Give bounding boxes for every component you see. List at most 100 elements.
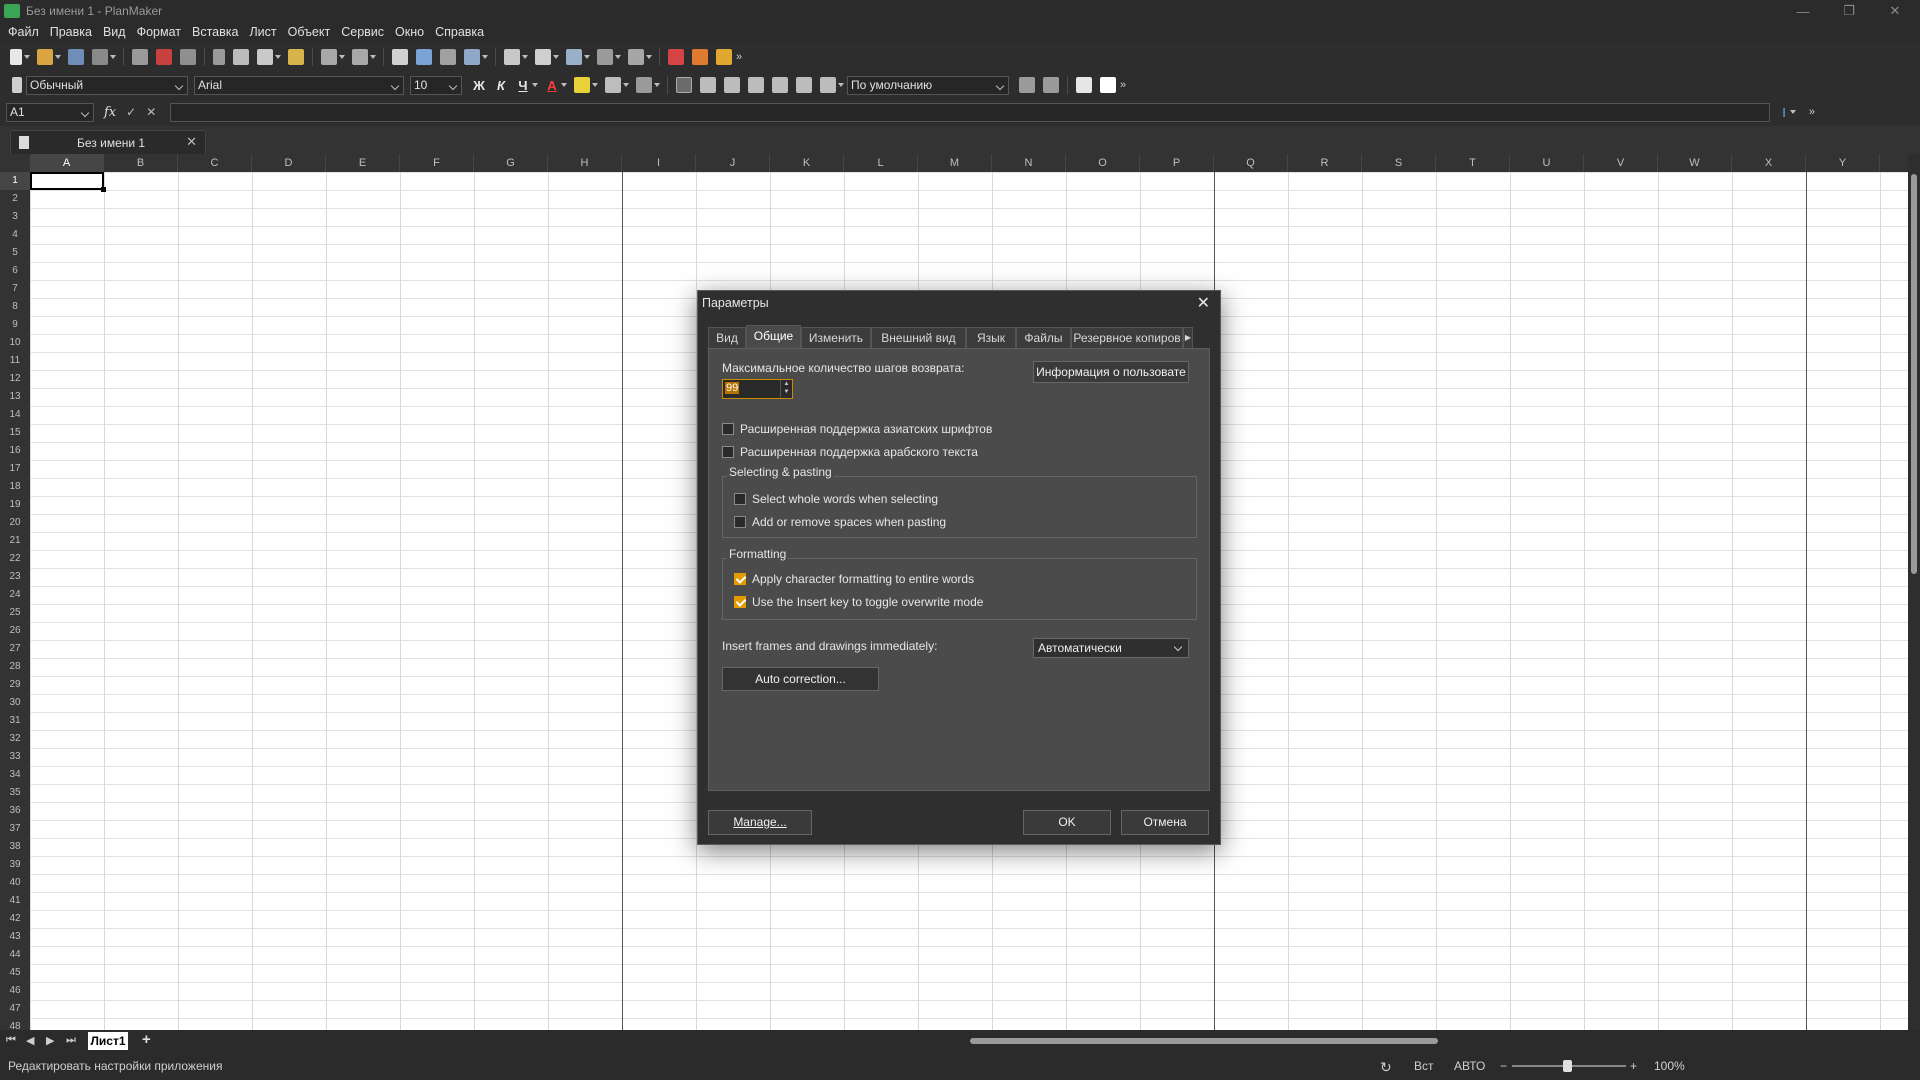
row-header[interactable]: 17 xyxy=(0,460,30,478)
zoom-level[interactable]: 100% xyxy=(1654,1059,1685,1073)
menu-help[interactable]: Справка xyxy=(431,25,491,39)
add-remove-spaces-checkbox[interactable] xyxy=(734,516,746,528)
column-header[interactable]: B xyxy=(104,154,178,172)
column-header[interactable]: I xyxy=(622,154,696,172)
row-header[interactable]: 1 xyxy=(0,172,30,190)
row-header[interactable]: 15 xyxy=(0,424,30,442)
column-header[interactable]: U xyxy=(1510,154,1584,172)
sheet-tab[interactable]: Лист1 xyxy=(88,1032,128,1050)
row-header[interactable]: 8 xyxy=(0,298,30,316)
close-tab-icon[interactable]: ✕ xyxy=(186,134,197,150)
row-header[interactable]: 48 xyxy=(0,1018,30,1030)
tab-general[interactable]: Общие xyxy=(746,325,801,349)
add-sheet-icon[interactable]: + xyxy=(142,1031,151,1048)
next-sheet-icon[interactable]: ▶ xyxy=(46,1034,54,1047)
column-header[interactable]: W xyxy=(1658,154,1732,172)
menu-edit[interactable]: Правка xyxy=(46,25,99,39)
auto-correction-button[interactable]: Auto correction... xyxy=(722,667,879,691)
vertical-align-icon[interactable] xyxy=(820,77,836,93)
align-center-icon[interactable] xyxy=(724,77,740,93)
insert-table-icon[interactable] xyxy=(464,49,480,65)
tab-scroll-right-icon[interactable]: ▶ xyxy=(1183,327,1193,349)
insert-chart-icon[interactable] xyxy=(535,49,551,65)
zoom-in-icon[interactable]: + xyxy=(1630,1059,1637,1073)
fill-color-icon[interactable] xyxy=(574,77,590,93)
view-mode-icon[interactable] xyxy=(416,49,432,65)
tab-edit[interactable]: Изменить xyxy=(801,327,871,349)
menu-file[interactable]: Файл xyxy=(4,25,46,39)
calc-mode-indicator[interactable]: АВТО xyxy=(1454,1059,1485,1073)
select-pointer-icon[interactable] xyxy=(12,77,22,93)
maximize-icon[interactable]: ❐ xyxy=(1826,0,1872,22)
italic-button[interactable]: К xyxy=(490,78,512,93)
row-header[interactable]: 18 xyxy=(0,478,30,496)
save-icon[interactable] xyxy=(68,49,84,65)
text-wrap-icon[interactable] xyxy=(676,77,692,93)
row-header[interactable]: 27 xyxy=(0,640,30,658)
row-header[interactable]: 45 xyxy=(0,964,30,982)
column-header[interactable]: P xyxy=(1140,154,1214,172)
document-tab[interactable]: Без имени 1 ✕ xyxy=(10,130,206,154)
tab-backup[interactable]: Резервное копиров xyxy=(1071,327,1183,349)
zoom-out-icon[interactable]: − xyxy=(1500,1059,1507,1073)
row-header[interactable]: 11 xyxy=(0,352,30,370)
font-size-select[interactable]: 10 xyxy=(410,75,462,95)
row-header[interactable]: 39 xyxy=(0,856,30,874)
row-header[interactable]: 21 xyxy=(0,532,30,550)
row-header[interactable]: 32 xyxy=(0,730,30,748)
row-header[interactable]: 5 xyxy=(0,244,30,262)
row-header[interactable]: 29 xyxy=(0,676,30,694)
menu-window[interactable]: Окно xyxy=(391,25,431,39)
row-header[interactable]: 36 xyxy=(0,802,30,820)
align-left-icon[interactable] xyxy=(700,77,716,93)
font-select[interactable]: Arial xyxy=(194,75,404,95)
character-format-icon[interactable] xyxy=(1076,77,1092,93)
cut-icon[interactable] xyxy=(213,49,225,65)
row-header[interactable]: 30 xyxy=(0,694,30,712)
column-header[interactable]: F xyxy=(400,154,474,172)
row-header[interactable]: 31 xyxy=(0,712,30,730)
insert-key-checkbox[interactable] xyxy=(734,596,746,608)
underline-button[interactable]: Ч xyxy=(512,78,534,93)
form-objects-icon[interactable] xyxy=(566,49,582,65)
column-header[interactable]: V xyxy=(1584,154,1658,172)
undo-icon[interactable] xyxy=(321,49,337,65)
column-header[interactable]: X xyxy=(1732,154,1806,172)
tab-appearance[interactable]: Внешний вид xyxy=(871,327,966,349)
user-info-button[interactable]: Информация о пользовате xyxy=(1033,361,1189,383)
column-header[interactable]: Q xyxy=(1214,154,1288,172)
row-header[interactable]: 28 xyxy=(0,658,30,676)
row-header[interactable]: 38 xyxy=(0,838,30,856)
print-icon[interactable] xyxy=(132,49,148,65)
row-header[interactable]: 44 xyxy=(0,946,30,964)
presentations-icon[interactable] xyxy=(692,49,708,65)
menu-sheet[interactable]: Лист xyxy=(245,25,283,39)
row-header[interactable]: 14 xyxy=(0,406,30,424)
sum-icon[interactable] xyxy=(504,49,520,65)
column-header[interactable]: N xyxy=(992,154,1066,172)
vertical-scroll-thumb[interactable] xyxy=(1911,174,1917,574)
manage-button[interactable]: Manage... xyxy=(708,810,812,835)
row-header[interactable]: 23 xyxy=(0,568,30,586)
formula-input[interactable] xyxy=(170,102,1771,122)
column-header[interactable]: R xyxy=(1288,154,1362,172)
open-folder-icon[interactable] xyxy=(37,49,53,65)
undo-steps-value[interactable]: 99 xyxy=(725,382,740,394)
row-header[interactable]: 43 xyxy=(0,928,30,946)
toolbar-overflow-icon[interactable]: » xyxy=(1809,106,1815,118)
recalculate-icon[interactable]: ↻ xyxy=(1380,1059,1392,1076)
redo-icon[interactable] xyxy=(352,49,368,65)
paste-icon[interactable] xyxy=(257,49,273,65)
vertical-scrollbar[interactable] xyxy=(1908,154,1920,1030)
menu-insert[interactable]: Вставка xyxy=(188,25,245,39)
row-header[interactable]: 12 xyxy=(0,370,30,388)
row-header[interactable]: 16 xyxy=(0,442,30,460)
row-header[interactable]: 33 xyxy=(0,748,30,766)
style-select[interactable]: Обычный xyxy=(26,75,188,95)
font-color-button[interactable]: A xyxy=(541,78,563,93)
cell-shading-icon[interactable] xyxy=(1100,77,1116,93)
function-wizard-icon[interactable]: fx xyxy=(104,105,116,120)
arabic-text-checkbox[interactable] xyxy=(722,446,734,458)
insert-mode-indicator[interactable]: Вст xyxy=(1414,1059,1434,1073)
row-header[interactable]: 25 xyxy=(0,604,30,622)
